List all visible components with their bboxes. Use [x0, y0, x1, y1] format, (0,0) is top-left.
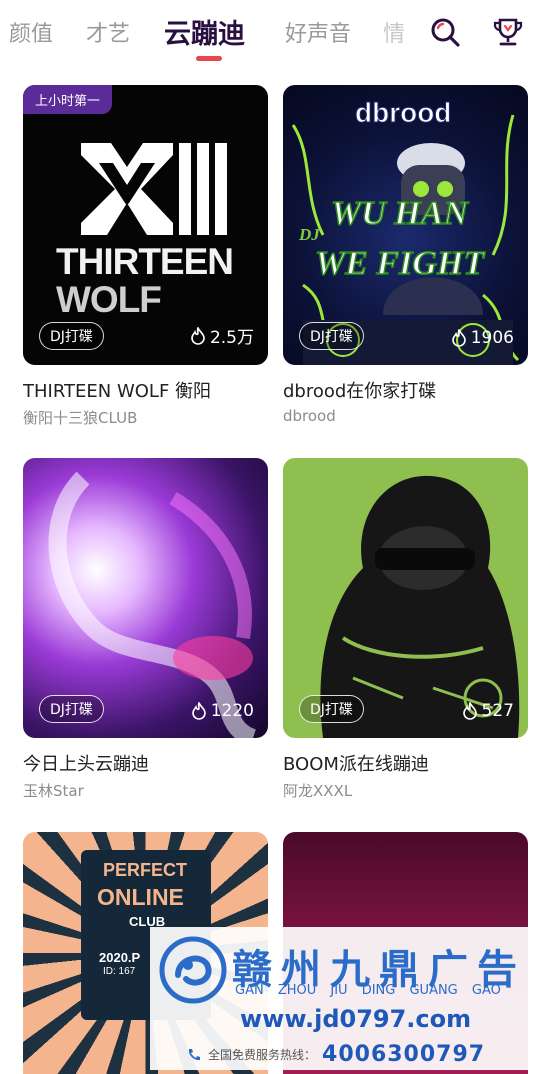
card-cover: DJ打碟 1220	[23, 458, 268, 738]
tab-yunbengdi[interactable]: 云蹦迪	[164, 12, 245, 51]
tab-qing[interactable]: 情	[383, 16, 405, 48]
hotline-label: 全国免费服务热线：	[208, 1048, 317, 1062]
heat-value: 527	[481, 701, 514, 721]
company-logo-icon	[159, 936, 227, 1004]
company-pinyin: GAN ZHOU JIU DING GUANG GAO	[235, 983, 501, 998]
flame-icon	[451, 329, 466, 347]
card-host: 衡阳十三狼CLUB	[23, 409, 138, 427]
heat-value: 1220	[210, 701, 254, 721]
cover-text: WU HAN	[330, 194, 468, 233]
card-cover: DJ打碟 527	[283, 458, 528, 738]
live-card[interactable]: dbrood DJ WU HAN WE FIGHT DJ打碟 1906 dbro…	[283, 85, 528, 425]
category-tag: DJ打碟	[39, 322, 104, 350]
flame-icon	[191, 702, 206, 720]
hotline-number: 4006300797	[322, 1042, 486, 1067]
category-tag: DJ打碟	[39, 695, 104, 723]
rank-badge: 上小时第一	[23, 85, 113, 114]
heat-count: 1906	[451, 328, 514, 348]
hotline: 全国免费服务热线： 4006300797	[186, 1042, 485, 1067]
tab-yanzhi[interactable]: 颜值	[9, 16, 53, 48]
cover-text: ONLINE	[97, 884, 184, 910]
heat-value: 1906	[470, 328, 514, 348]
cover-text: THIRTEEN	[56, 241, 234, 282]
card-host: 阿龙XXXL	[283, 782, 353, 800]
heat-count: 527	[462, 701, 514, 721]
card-cover: THIRTEEN WOLF 上小时第一 DJ打碟 2.5万	[23, 85, 268, 365]
card-host: dbrood	[283, 407, 336, 425]
cover-text: WOLF	[56, 279, 162, 320]
category-tag: DJ打碟	[299, 695, 364, 723]
category-tag: DJ打碟	[299, 322, 364, 350]
ad-watermark-banner: 赣州九鼎广告 GAN ZHOU JIU DING GUANG GAO www.j…	[150, 927, 530, 1070]
company-url: www.jd0797.com	[240, 1005, 472, 1033]
tab-haoshengyin[interactable]: 好声音	[285, 16, 351, 48]
card-title[interactable]: dbrood在你家打碟	[283, 377, 528, 403]
trophy-icon[interactable]	[492, 16, 524, 48]
live-card[interactable]: DJ打碟 1220 今日上头云蹦迪 玉林Star	[23, 458, 268, 801]
flame-icon	[462, 702, 477, 720]
cover-text: 2020.P	[99, 950, 141, 965]
card-title[interactable]: THIRTEEN WOLF 衡阳	[23, 377, 268, 403]
card-host: 玉林Star	[23, 782, 84, 800]
phone-icon	[188, 1048, 200, 1060]
card-title[interactable]: BOOM派在线蹦迪	[283, 750, 528, 776]
active-tab-indicator	[196, 56, 222, 61]
heat-value: 2.5万	[209, 328, 254, 348]
card-cover: dbrood DJ WU HAN WE FIGHT DJ打碟 1906	[283, 85, 528, 365]
flame-icon	[191, 326, 205, 345]
cover-text: PERFECT	[103, 860, 188, 880]
tab-caiyi[interactable]: 才艺	[86, 16, 130, 48]
cover-text: DJ	[299, 225, 320, 244]
cover-text: ID: 167	[103, 966, 136, 977]
cover-text: dbrood	[354, 97, 452, 129]
live-card[interactable]: DJ打碟 527 BOOM派在线蹦迪 阿龙XXXL	[283, 458, 528, 801]
card-title[interactable]: 今日上头云蹦迪	[23, 750, 268, 776]
category-tab-bar: 颜值 才艺 云蹦迪 好声音 情	[0, 0, 550, 70]
heat-count: 1220	[191, 701, 254, 721]
heat-count: 2.5万	[190, 323, 254, 348]
search-icon[interactable]	[429, 16, 461, 48]
live-card[interactable]: THIRTEEN WOLF 上小时第一 DJ打碟 2.5万 THIRTEEN W…	[23, 85, 268, 428]
cover-text: WE FIGHT	[314, 244, 485, 283]
